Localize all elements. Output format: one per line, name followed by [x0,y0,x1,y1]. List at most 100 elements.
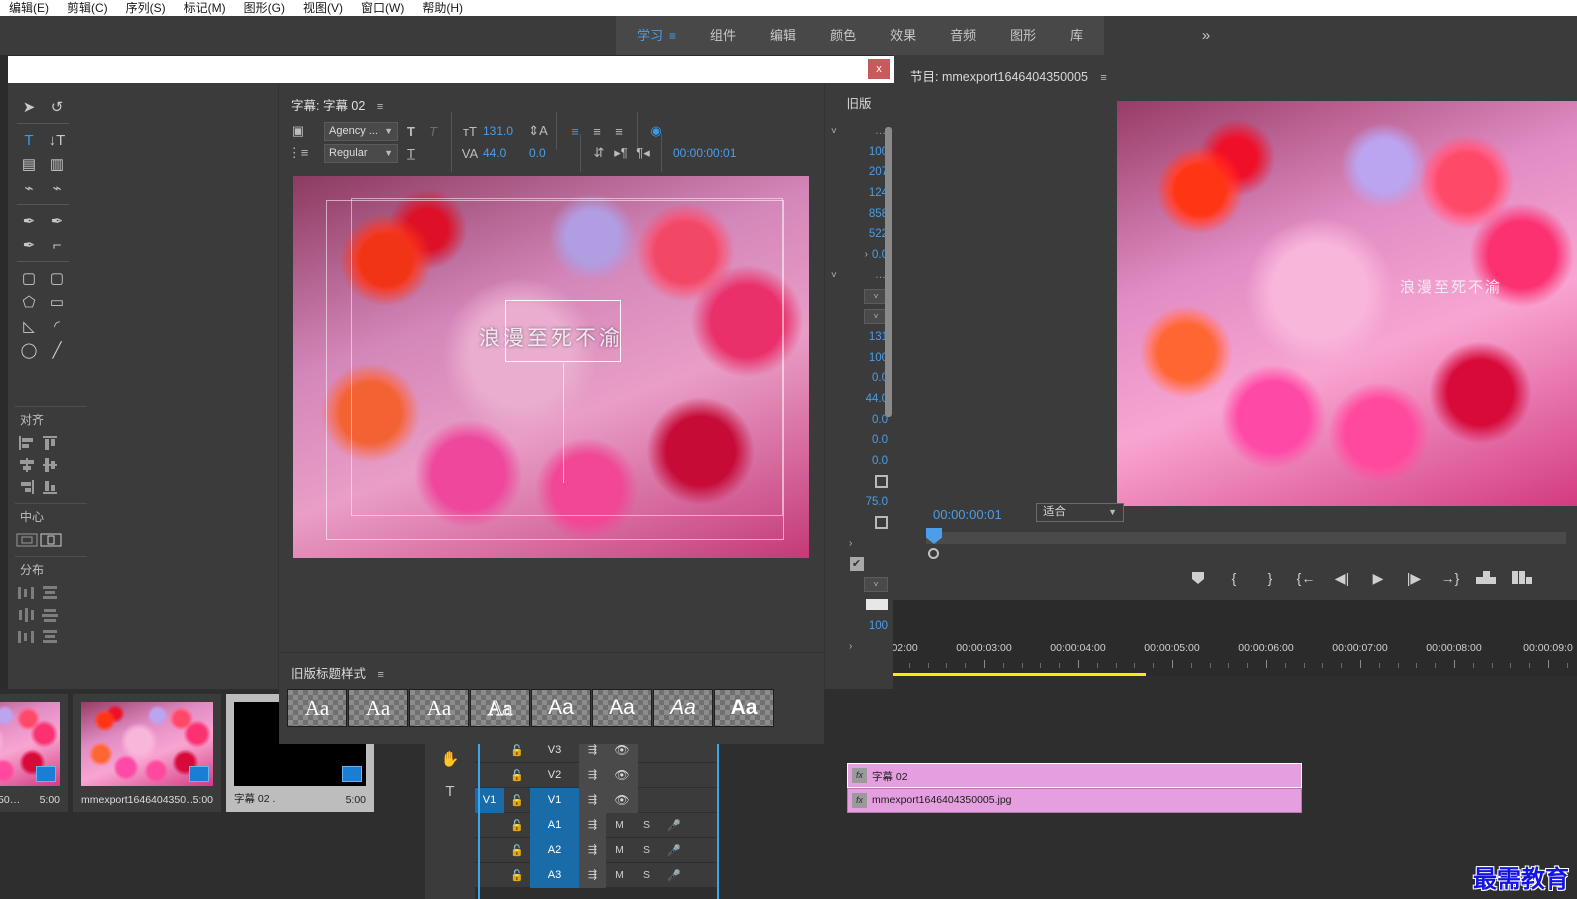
style-swatches[interactable]: Aa Aa Aa Aa Aa Aa Aa Aa [287,689,775,727]
property-row-7[interactable]: ˅… [825,265,894,286]
distribute-bottom-icon[interactable] [39,626,63,648]
lock-icon[interactable]: 🔓 [504,869,530,882]
extract-icon[interactable] [1504,560,1540,596]
lock-icon[interactable]: 🔓 [504,769,530,782]
title-editor-menu-icon[interactable]: ≡ [377,101,383,113]
property-row-17[interactable] [825,471,894,492]
style-swatch-3[interactable]: Aa [470,689,530,727]
workspace-tab-3[interactable]: 颜色 [813,16,873,55]
align-right-icon[interactable]: ≡ [608,121,630,141]
rounded-corner-rectangle-tool-icon[interactable]: ▭ [43,290,71,314]
track-name-A3[interactable]: A3 [530,862,579,888]
workspace-overflow-icon[interactable]: » [1192,16,1220,55]
microphone-icon[interactable]: 🎤 [660,819,688,832]
lock-icon[interactable]: 🔓 [504,844,530,857]
track-header-V1[interactable]: V1 🔓 V1 ⇶ 👁 [475,787,717,813]
title-tool-grid[interactable]: ➤ ↺ T ↓T ▤ ▥ ⌁ ⌁ ✒ ✒ ✒ ⌐ ▢ ▢ ⬠ ▭ ◺ ◜ ◯ ╱ [15,95,71,362]
menu-item-1[interactable]: 剪辑(C) [58,0,117,16]
property-row-4[interactable]: 858 [825,203,894,224]
close-icon[interactable]: x [868,59,890,79]
lock-icon[interactable]: 🔓 [504,794,530,807]
timeline-clip-V1[interactable]: fx mmexport1646404350005.jpg [847,788,1302,813]
mute-button[interactable]: M [606,869,633,881]
property-row-14[interactable]: 0.0 [825,409,894,430]
fx-badge-icon[interactable]: fx [852,768,867,783]
transport-controls[interactable]: { } {← ◀| ▶ |▶ →} [1180,560,1570,596]
tab-stops-icon[interactable]: ⇵ [588,143,610,163]
mark-out-icon[interactable]: } [1252,560,1288,596]
align-center-horizontal-icon[interactable] [15,454,39,476]
kerning-value[interactable]: 0.0 [529,146,565,160]
title-tool-toggle-icon[interactable]: ▣ [287,121,309,141]
property-row-3[interactable]: 124 [825,183,894,204]
property-row-23[interactable] [825,595,894,616]
property-row-0[interactable]: ˅… [825,121,894,142]
program-scrubber-bar[interactable] [926,532,1566,544]
property-row-11[interactable]: 100 [825,348,894,369]
track-header-V2[interactable]: 🔓 V2 ⇶ 👁 [475,762,717,788]
align-top-icon[interactable] [39,432,63,454]
distribute-left-icon[interactable] [15,582,39,604]
style-swatch-1[interactable]: Aa [348,689,408,727]
disclosure-arrow-icon[interactable]: › [849,641,852,652]
rotate-tool-icon[interactable]: ↺ [43,95,71,119]
group-collapse-icon[interactable]: ˅ [831,270,837,281]
workspace-tab-2[interactable]: 编辑 [753,16,813,55]
distribute-center-horizontal-icon[interactable] [15,604,39,626]
title-type-options-icon[interactable]: ⋮≡ [287,143,309,163]
rectangle-tool-icon[interactable]: ▢ [15,266,43,290]
style-swatch-2[interactable]: Aa [409,689,469,727]
font-style-select[interactable]: Regular ▼ [324,143,398,163]
lock-icon[interactable]: 🔓 [504,744,530,757]
workspace-tab-0[interactable]: 学习 ≡ [620,16,693,56]
align-center-icon[interactable]: ≡ [586,121,608,141]
mark-in-icon[interactable]: { [1216,560,1252,596]
style-swatch-5[interactable]: Aa [592,689,652,727]
marker-icon[interactable] [1180,560,1216,596]
style-swatch-0[interactable]: Aa [287,689,347,727]
menu-item-3[interactable]: 标记(M) [175,0,235,16]
track-name-V2[interactable]: V2 [530,769,579,781]
italic-icon[interactable]: T [422,121,444,141]
text-direction-rtl-icon[interactable]: ¶◂ [632,143,654,163]
style-swatch-4[interactable]: Aa [531,689,591,727]
disclosure-arrow-icon[interactable]: › [849,538,852,549]
bin-item-0[interactable]: xport1646404350… 5:00 [0,694,68,812]
property-value[interactable]: 100 [869,620,888,632]
property-row-22[interactable]: ˅ [825,574,894,595]
microphone-icon[interactable]: 🎤 [660,844,688,857]
track-header-A2[interactable]: 🔓 A2 ⇶ M S 🎤 [475,837,717,863]
step-back-icon[interactable]: ◀| [1324,560,1360,596]
workspace-menu-icon[interactable]: ≡ [669,29,676,43]
center-horizontal-icon[interactable] [15,529,39,551]
timeline-ruler[interactable]: 00:00:02:0000:00:03:0000:00:04:0000:00:0… [862,642,1577,676]
selection-tool-icon[interactable]: ➤ [15,95,43,119]
goto-out-icon[interactable]: →} [1432,560,1468,596]
property-row-25[interactable]: › [825,636,894,657]
track-header-A3[interactable]: 🔓 A3 ⇶ M S 🎤 [475,862,717,888]
menu-item-4[interactable]: 图形(G) [235,0,294,16]
title-timecode[interactable]: 00:00:00:01 [673,146,736,160]
convert-anchor-tool-icon[interactable]: ⌐ [43,233,71,257]
property-row-2[interactable]: 207 [825,162,894,183]
workspace-tab-1[interactable]: 组件 [693,16,753,55]
property-row-10[interactable]: 131 [825,327,894,348]
underline-icon[interactable]: T̲ [400,143,422,163]
track-name-V3[interactable]: V3 [530,744,579,756]
property-row-16[interactable]: 0.0 [825,451,894,472]
sync-lock-icon[interactable]: ⇶ [579,762,606,788]
property-color-swatch[interactable] [866,599,888,611]
rounded-rectangle-tool-icon[interactable]: ▢ [43,266,71,290]
property-row-20[interactable]: › [825,533,894,554]
pen-tool-icon[interactable]: ✒ [15,209,43,233]
align-left-icon[interactable]: ≡ [564,121,586,141]
text-selection-box[interactable] [505,300,621,483]
program-zoom-select[interactable]: 适合 ▼ [1036,503,1124,522]
add-anchor-tool-icon[interactable]: ✒ [15,233,43,257]
property-row-12[interactable]: 0.0 [825,368,894,389]
align-center-vertical-icon[interactable] [39,454,63,476]
mute-button[interactable]: M [606,844,633,856]
menu-item-7[interactable]: 帮助(H) [413,0,472,16]
distribute-top-icon[interactable] [39,582,63,604]
sync-lock-icon[interactable]: ⇶ [579,862,606,888]
